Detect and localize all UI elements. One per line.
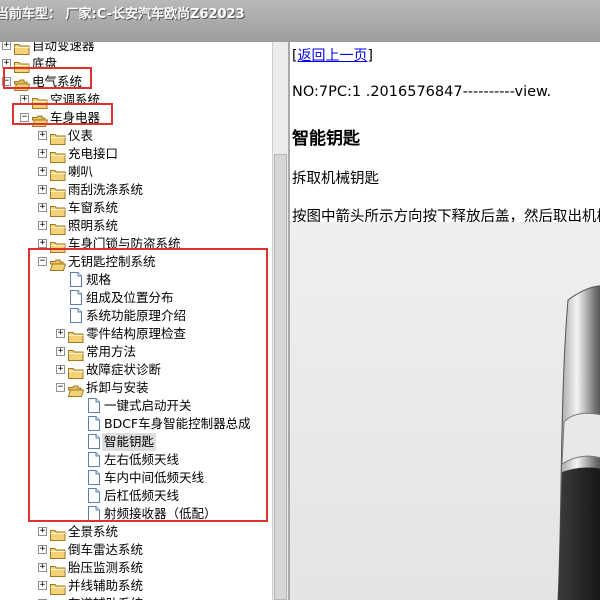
- doc-id: NO:7PC:1 .2016576847----------view.: [292, 84, 552, 100]
- folder-icon: [50, 220, 66, 235]
- tree-item[interactable]: + 胎压监测系统: [0, 559, 272, 577]
- tree-item[interactable]: + 倒车雷达系统: [0, 541, 272, 559]
- tree-item[interactable]: + 并线辅助系统: [0, 577, 272, 595]
- bracket-close: ]: [367, 48, 373, 64]
- expand-icon[interactable]: +: [38, 203, 47, 212]
- tree-item-label: 车窗系统: [68, 200, 119, 215]
- tree-item[interactable]: + 全景系统: [0, 523, 272, 541]
- window-title: 当前车型： 厂家:C-长安汽车欧尚Z62023: [0, 7, 245, 22]
- folder-icon: [50, 562, 66, 577]
- tree-item[interactable]: + 充电接口: [0, 145, 272, 163]
- tree-item-label: 全景系统: [68, 524, 119, 539]
- expand-icon[interactable]: +: [38, 131, 47, 140]
- title-bar: 当前车型： 厂家:C-长安汽车欧尚Z62023: [0, 0, 600, 43]
- expand-icon[interactable]: +: [38, 581, 47, 590]
- folder-icon: [50, 202, 66, 217]
- tree-item[interactable]: + 雨刮洗涤系统: [0, 181, 272, 199]
- page-title: 智能钥匙: [292, 129, 360, 149]
- tree-item[interactable]: +车道辅助系统: [0, 595, 272, 600]
- expand-icon[interactable]: +: [38, 167, 47, 176]
- tree-item-label: 车道辅助系统: [68, 595, 143, 600]
- expand-icon[interactable]: +: [38, 149, 47, 158]
- tree-scrollbar[interactable]: [272, 42, 289, 600]
- folder-icon: [50, 130, 66, 145]
- folder-icon: [50, 184, 66, 199]
- folder-icon: [14, 42, 30, 55]
- step-heading: 拆取机械钥匙: [292, 171, 379, 187]
- tree-item[interactable]: + 仪表: [0, 127, 272, 145]
- highlight-electrical: [3, 67, 92, 89]
- tree-item-label: 照明系统: [68, 218, 119, 233]
- expand-icon[interactable]: +: [38, 239, 47, 248]
- back-link[interactable]: 返回上一页: [297, 48, 367, 64]
- expand-icon[interactable]: +: [38, 545, 47, 554]
- tree-item-label: 充电接口: [68, 146, 119, 161]
- tree-item[interactable]: + 喇叭: [0, 163, 272, 181]
- folder-icon: [50, 544, 66, 559]
- folder-icon: [50, 166, 66, 181]
- back-link-row: [返回上一页]: [292, 45, 373, 65]
- key-fob-image: [290, 222, 600, 600]
- tree-item[interactable]: + 自动变速器: [0, 42, 272, 55]
- tree-item[interactable]: + 车窗系统: [0, 199, 272, 217]
- tree-item-label: 雨刮洗涤系统: [68, 182, 144, 197]
- expand-icon[interactable]: +: [38, 563, 47, 572]
- folder-icon: [50, 148, 66, 163]
- tree-item-label: 并线辅助系统: [68, 578, 144, 593]
- expand-icon[interactable]: +: [38, 527, 47, 536]
- tree-item-label: 喇叭: [68, 164, 94, 179]
- expand-icon[interactable]: +: [38, 221, 47, 230]
- folder-icon: [50, 580, 66, 595]
- content-pane: [返回上一页] NO:7PC:1 .2016576847----------vi…: [290, 42, 600, 600]
- expand-icon[interactable]: +: [2, 42, 11, 50]
- tree-item[interactable]: + 照明系统: [0, 217, 272, 235]
- scrollbar-thumb[interactable]: [274, 154, 287, 600]
- folder-icon: [50, 526, 66, 541]
- navigation-tree[interactable]: + 自动变速器 + 底盘 − 电气系统 + 空调系统 − 车身电器 + 仪表 + 充电接口 + 喇叭 + 雨刮洗涤…: [0, 42, 272, 600]
- highlight-keyless-system: [28, 248, 268, 522]
- tree-item-label: 倒车雷达系统: [68, 542, 144, 557]
- highlight-body-electrics: [12, 103, 113, 125]
- expand-icon[interactable]: +: [38, 185, 47, 194]
- tree-item-label: 仪表: [68, 128, 94, 143]
- tree-item-label: 胎压监测系统: [68, 560, 144, 575]
- tree-item-label: 自动变速器: [32, 42, 95, 53]
